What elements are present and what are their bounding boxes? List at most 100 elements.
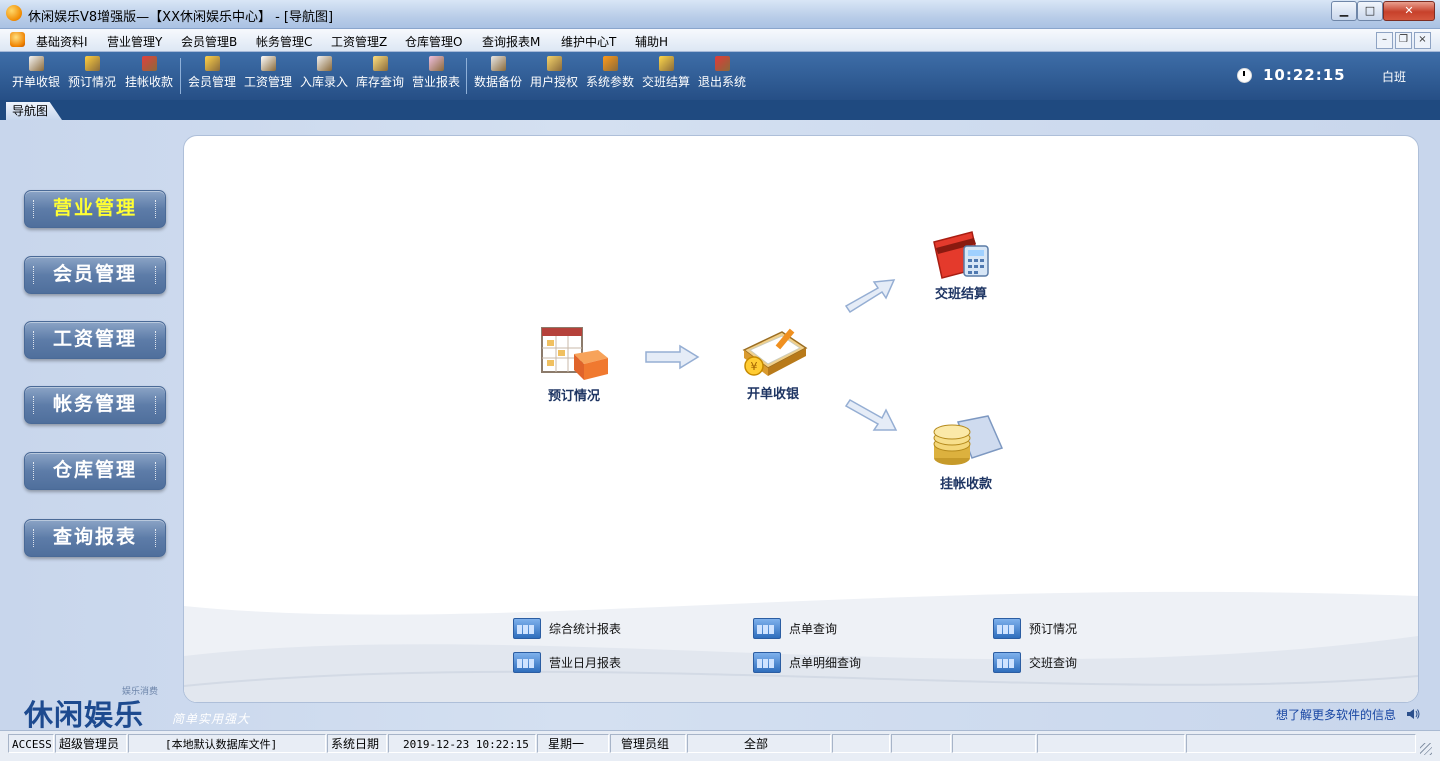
report-icon: [513, 652, 541, 673]
open-bill-cashier-icon: ¥: [742, 328, 808, 376]
brand-logo-text: 休闲娱乐: [24, 698, 145, 732]
quick-link-reservation[interactable]: 预订情况: [993, 618, 1123, 639]
menu-help[interactable]: 辅助H: [635, 33, 668, 50]
quick-link-order-query[interactable]: 点单查询: [753, 618, 883, 639]
quick-link-label: 综合统计报表: [549, 622, 622, 636]
toolbar-label: 库存查询: [355, 75, 404, 89]
status-weekday: 星期一: [537, 734, 609, 753]
sidebar-item-salary[interactable]: 工资管理: [24, 321, 166, 359]
report-icon: [993, 652, 1021, 673]
svg-text:¥: ¥: [751, 360, 758, 373]
clock-icon: [1237, 68, 1252, 83]
business-report-icon: [428, 56, 444, 71]
menu-business[interactable]: 营业管理Y: [107, 33, 162, 50]
toolbar-backup-button[interactable]: 数据备份: [473, 56, 523, 96]
toolbar-separator: [466, 58, 467, 94]
toolbar-label: 挂帐收款: [124, 75, 173, 89]
quick-link-daily-monthly-report[interactable]: 营业日月报表: [513, 652, 643, 673]
window-title: 休闲娱乐V8增强版—【XX休闲娱乐中心】 - [导航图]: [28, 10, 334, 25]
brand-slogan: 简单实用强大: [172, 712, 251, 726]
toolbar-label: 预订情况: [67, 75, 116, 89]
credit-collect-icon: [141, 56, 157, 71]
clock-time: 10:22:15: [1263, 66, 1346, 84]
toolbar-label: 退出系统: [697, 75, 746, 89]
sidebar-item-warehouse[interactable]: 仓库管理: [24, 452, 166, 490]
quick-link-order-detail-query[interactable]: 点单明细查询: [753, 652, 883, 673]
panel-background-swoosh: [184, 591, 1418, 702]
toolbar-stock-query-button[interactable]: 库存查询: [355, 56, 405, 96]
quick-link-summary-report[interactable]: 综合统计报表: [513, 618, 643, 639]
toolbar-credit-collect-button[interactable]: 挂帐收款: [124, 56, 174, 96]
flow-reservation-node[interactable]: 预订情况: [534, 324, 614, 404]
stock-query-icon: [372, 56, 388, 71]
maximize-button[interactable]: □: [1357, 1, 1383, 21]
quick-link-label: 预订情况: [1029, 622, 1078, 636]
stock-in-icon: [316, 56, 332, 71]
toolbar-open-bill-button[interactable]: 开单收银: [11, 56, 61, 96]
flow-shift-settle-node[interactable]: 交班结算: [920, 228, 1002, 302]
speaker-icon[interactable]: [1406, 708, 1420, 720]
menu-member[interactable]: 会员管理B: [181, 33, 237, 50]
reservation-icon: [84, 56, 100, 71]
toolbar-reservation-button[interactable]: 预订情况: [67, 56, 117, 96]
credit-collect-coins-icon: [933, 415, 1004, 465]
status-group: 管理员组: [610, 734, 686, 753]
sidebar-item-business[interactable]: 营业管理: [24, 190, 166, 228]
tab-navigation[interactable]: 导航图: [6, 102, 62, 120]
title-bar: 休闲娱乐V8增强版—【XX休闲娱乐中心】 - [导航图] ▁ □ ✕: [0, 0, 1440, 29]
main-area: 营业管理 会员管理 工资管理 帐务管理 仓库管理 查询报表 娱乐消费 休闲娱乐 …: [0, 120, 1440, 732]
menu-bar: 基础资料I 营业管理Y 会员管理B 帐务管理C 工资管理Z 仓库管理O 查询报表…: [0, 29, 1440, 52]
navigation-panel: 预订情况 ¥ 开单收银 交班结算 挂帐收款 综合统计报表 点单查询 预订情况 营…: [183, 135, 1419, 703]
status-date-label: 系统日期: [327, 734, 387, 753]
toolbar-salary-button[interactable]: 工资管理: [243, 56, 293, 96]
more-info-link[interactable]: 想了解更多软件的信息: [1276, 706, 1396, 723]
menu-salary[interactable]: 工资管理Z: [331, 33, 387, 50]
menu-basic-data[interactable]: 基础资料I: [36, 33, 88, 50]
arrow-up-right-icon: [844, 279, 896, 314]
status-scope: 全部: [687, 734, 831, 753]
user-auth-icon: [546, 56, 562, 71]
flow-open-bill-node[interactable]: ¥ 开单收银: [730, 324, 816, 402]
shift-label: 白班: [1382, 70, 1407, 84]
toolbar-business-report-button[interactable]: 营业报表: [411, 56, 461, 96]
flow-label: 交班结算: [934, 287, 987, 302]
flow-credit-collect-node[interactable]: 挂帐收款: [924, 414, 1008, 492]
salary-icon: [260, 56, 276, 71]
quick-link-label: 点单明细查询: [789, 656, 862, 670]
resize-grip[interactable]: [1420, 743, 1432, 755]
toolbar-system-params-button[interactable]: 系统参数: [585, 56, 635, 96]
sidebar-item-accounts[interactable]: 帐务管理: [24, 386, 166, 424]
report-icon: [993, 618, 1021, 639]
menu-accounts[interactable]: 帐务管理C: [256, 33, 312, 50]
status-empty-cell: [832, 734, 890, 753]
menu-warehouse[interactable]: 仓库管理O: [405, 33, 462, 50]
mdi-app-icon[interactable]: [10, 32, 25, 47]
menu-maintenance[interactable]: 维护中心T: [561, 33, 616, 50]
mdi-restore-button[interactable]: ❐: [1395, 32, 1412, 49]
status-datetime: 2019-12-23 10:22:15: [388, 734, 536, 753]
mdi-close-button[interactable]: ×: [1414, 32, 1431, 49]
toolbar-stock-in-button[interactable]: 入库录入: [299, 56, 349, 96]
quick-link-label: 交班查询: [1029, 656, 1078, 670]
toolbar-shift-settle-button[interactable]: 交班结算: [641, 56, 691, 96]
toolbar-label: 会员管理: [187, 75, 236, 89]
exit-icon: [714, 56, 730, 71]
quick-link-shift-query[interactable]: 交班查询: [993, 652, 1123, 673]
toolbar-exit-button[interactable]: 退出系统: [697, 56, 747, 96]
close-button[interactable]: ✕: [1383, 1, 1435, 21]
sidebar-item-reports[interactable]: 查询报表: [24, 519, 166, 557]
toolbar-label: 入库录入: [299, 75, 348, 89]
reservation-calendar-icon: [541, 327, 608, 380]
flow-label: 挂帐收款: [939, 477, 992, 492]
toolbar-user-auth-button[interactable]: 用户授权: [529, 56, 579, 96]
sidebar-item-member[interactable]: 会员管理: [24, 256, 166, 294]
toolbar-label: 工资管理: [243, 75, 292, 89]
backup-icon: [490, 56, 506, 71]
toolbar-label: 用户授权: [529, 75, 578, 89]
toolbar-member-button[interactable]: 会员管理: [187, 56, 237, 96]
minimize-button[interactable]: ▁: [1331, 1, 1357, 21]
menu-reports[interactable]: 查询报表M: [482, 33, 540, 50]
mdi-minimize-button[interactable]: –: [1376, 32, 1393, 49]
quick-link-label: 营业日月报表: [549, 656, 622, 670]
status-empty-cell: [891, 734, 951, 753]
